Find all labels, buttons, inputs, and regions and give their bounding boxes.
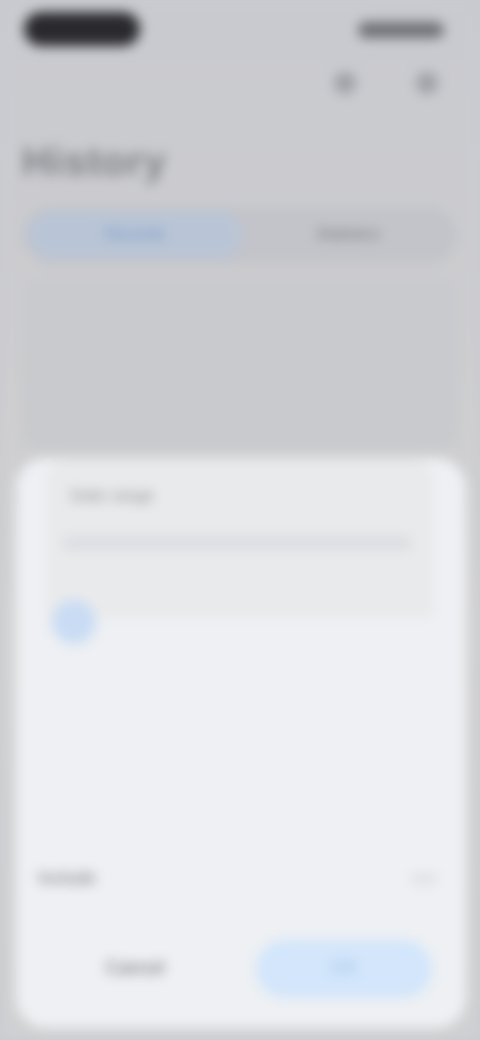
calendar-day[interactable] bbox=[164, 742, 208, 786]
calendar-day[interactable] bbox=[276, 742, 320, 786]
tab-records[interactable]: Records bbox=[28, 212, 242, 258]
weekday-header bbox=[62, 536, 412, 550]
calendar-day[interactable] bbox=[52, 696, 96, 740]
calendar-day[interactable] bbox=[52, 742, 96, 786]
calendar-day[interactable] bbox=[220, 742, 264, 786]
calendar-row bbox=[52, 696, 432, 740]
search-icon[interactable] bbox=[334, 72, 356, 94]
calendar-row bbox=[52, 648, 432, 692]
tab-bar: Records Statistics bbox=[22, 206, 458, 264]
page-title: History bbox=[22, 140, 167, 184]
date-range-label: Date range bbox=[70, 486, 155, 505]
calendar-day[interactable] bbox=[108, 696, 152, 740]
calendar-day[interactable] bbox=[220, 696, 264, 740]
calendar-day[interactable] bbox=[388, 742, 432, 786]
calendar-day[interactable] bbox=[108, 742, 152, 786]
confirm-button[interactable]: OK bbox=[256, 940, 432, 998]
calendar-day[interactable] bbox=[276, 648, 320, 692]
calendar-day[interactable] bbox=[332, 742, 376, 786]
tab-statistics[interactable]: Statistics bbox=[244, 212, 452, 258]
confirm-label: OK bbox=[330, 958, 358, 979]
calendar-day[interactable] bbox=[276, 600, 320, 644]
calendar-day[interactable] bbox=[220, 600, 264, 644]
content-card bbox=[22, 280, 458, 450]
status-icons bbox=[358, 22, 444, 38]
blurred-screen: History Records Statistics Date range In… bbox=[0, 0, 480, 1040]
calendar-day-selected[interactable] bbox=[52, 600, 96, 644]
cancel-label: Cancel bbox=[105, 958, 165, 979]
cancel-button[interactable]: Cancel bbox=[60, 940, 210, 998]
calendar-day[interactable] bbox=[108, 600, 152, 644]
calendar-day[interactable] bbox=[332, 648, 376, 692]
calendar-day[interactable] bbox=[52, 648, 96, 692]
status-time-pill bbox=[24, 12, 140, 46]
calendar-day[interactable] bbox=[332, 600, 376, 644]
calendar-day[interactable] bbox=[108, 648, 152, 692]
calendar-day[interactable] bbox=[164, 600, 208, 644]
calendar-day[interactable] bbox=[388, 648, 432, 692]
calendar-day[interactable] bbox=[220, 648, 264, 692]
calendar-day[interactable] bbox=[388, 600, 432, 644]
calendar-day[interactable] bbox=[276, 696, 320, 740]
calendar-row bbox=[52, 600, 432, 644]
calendar-day[interactable] bbox=[332, 696, 376, 740]
calendar-day[interactable] bbox=[164, 648, 208, 692]
tab-label: Records bbox=[105, 226, 165, 243]
calendar-row bbox=[52, 742, 432, 786]
option-row[interactable]: Include bbox=[38, 868, 438, 889]
calendar-day[interactable] bbox=[388, 696, 432, 740]
option-value[interactable] bbox=[410, 872, 438, 885]
tab-label: Statistics bbox=[315, 226, 380, 243]
option-label: Include bbox=[38, 868, 97, 888]
more-icon[interactable] bbox=[416, 72, 438, 94]
calendar-day[interactable] bbox=[164, 696, 208, 740]
